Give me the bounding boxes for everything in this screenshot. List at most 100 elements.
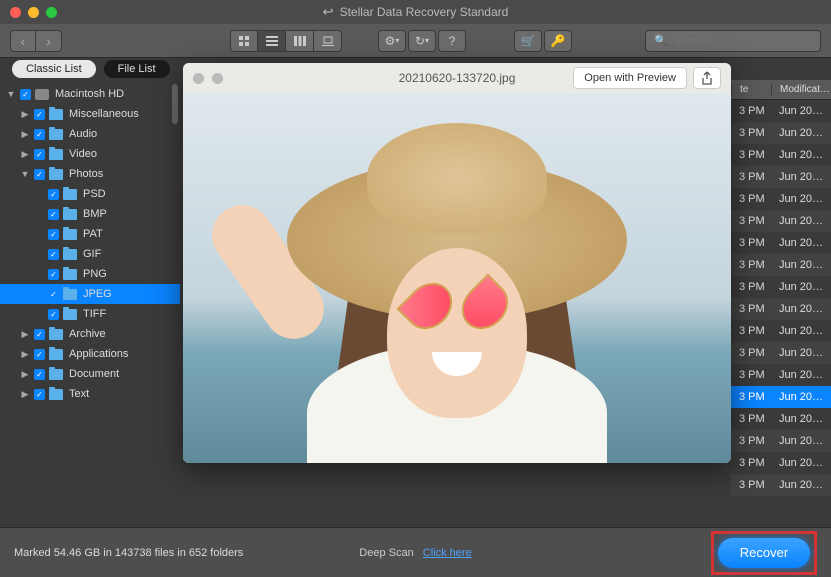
key-button[interactable]: 🔑: [544, 30, 572, 52]
disclosure-icon[interactable]: ▼: [20, 169, 30, 179]
table-row[interactable]: 3 PMJun 20…: [731, 122, 831, 144]
tree-label: PSD: [83, 188, 106, 200]
table-row[interactable]: 3 PMJun 20…: [731, 386, 831, 408]
tree-item-applications[interactable]: ▶✓Applications: [0, 344, 180, 364]
status-bar: Marked 54.46 GB in 143738 files in 652 f…: [0, 527, 831, 577]
view-cover-button[interactable]: [314, 30, 342, 52]
tab-file-list[interactable]: File List: [104, 60, 170, 78]
tree-item-tiff[interactable]: ✓TIFF: [0, 304, 180, 324]
checkbox[interactable]: ✓: [34, 389, 45, 400]
search-box[interactable]: 🔍: [645, 30, 821, 52]
open-with-preview-button[interactable]: Open with Preview: [573, 67, 687, 89]
table-row[interactable]: 3 PMJun 20…: [731, 430, 831, 452]
table-row[interactable]: 3 PMJun 20…: [731, 188, 831, 210]
nav-forward-button[interactable]: ›: [36, 30, 62, 52]
zoom-window-button[interactable]: [46, 7, 57, 18]
checkbox[interactable]: ✓: [48, 269, 59, 280]
tree-item-archive[interactable]: ▶✓Archive: [0, 324, 180, 344]
undo-icon[interactable]: ↩: [323, 4, 334, 20]
folder-icon: [63, 269, 77, 280]
view-list-button[interactable]: [258, 30, 286, 52]
checkbox[interactable]: ✓: [34, 329, 45, 340]
disclosure-icon[interactable]: ▶: [20, 329, 30, 340]
checkbox[interactable]: ✓: [48, 289, 59, 300]
gear-icon: ⚙: [385, 34, 396, 48]
tree-item-photos[interactable]: ▼✓Photos: [0, 164, 180, 184]
minimize-window-button[interactable]: [28, 7, 39, 18]
checkbox[interactable]: ✓: [34, 149, 45, 160]
nav-back-button[interactable]: ‹: [10, 30, 36, 52]
disclosure-icon[interactable]: ▼: [6, 89, 16, 99]
disclosure-icon[interactable]: ▶: [20, 349, 30, 360]
view-column-button[interactable]: [286, 30, 314, 52]
checkbox[interactable]: ✓: [34, 129, 45, 140]
disclosure-icon[interactable]: ▶: [20, 109, 30, 120]
preview-minimize-button[interactable]: [212, 73, 223, 84]
search-input[interactable]: [674, 35, 816, 47]
col-header-date[interactable]: te: [731, 84, 771, 95]
table-row[interactable]: 3 PMJun 20…: [731, 232, 831, 254]
tree-item-bmp[interactable]: ✓BMP: [0, 204, 180, 224]
checkbox[interactable]: ✓: [20, 89, 31, 100]
close-window-button[interactable]: [10, 7, 21, 18]
table-row[interactable]: 3 PMJun 20…: [731, 254, 831, 276]
checkbox[interactable]: ✓: [48, 189, 59, 200]
cell-modified: Jun 20…: [771, 281, 831, 293]
tree-item-document[interactable]: ▶ ✓ Document: [0, 364, 180, 384]
checkbox[interactable]: ✓: [34, 369, 45, 380]
col-header-modified[interactable]: Modificat…: [771, 84, 831, 95]
tree-root[interactable]: ▼✓Macintosh HD: [0, 84, 180, 104]
table-row[interactable]: 3 PMJun 20…: [731, 298, 831, 320]
cell-modified: Jun 20…: [771, 413, 831, 425]
folder-icon: [63, 229, 77, 240]
checkbox[interactable]: ✓: [34, 109, 45, 120]
sidebar-scrollbar[interactable]: [172, 84, 178, 124]
disclosure-icon[interactable]: ▶: [20, 389, 30, 400]
tree-item-psd[interactable]: ✓ PSD: [0, 184, 180, 204]
tree-item-png[interactable]: ✓PNG: [0, 264, 180, 284]
column-headers: te Modificat…: [731, 80, 831, 100]
tree-item-pat[interactable]: ✓PAT: [0, 224, 180, 244]
help-button[interactable]: ?: [438, 30, 466, 52]
sidebar-tree[interactable]: ▼✓Macintosh HD ▶✓Miscellaneous ▶✓Audio ▶…: [0, 80, 180, 527]
tree-label: Audio: [69, 128, 97, 140]
table-row[interactable]: 3 PMJun 20…: [731, 166, 831, 188]
table-row[interactable]: 3 PMJun 20…: [731, 276, 831, 298]
tree-item-video[interactable]: ▶✓Video: [0, 144, 180, 164]
checkbox[interactable]: ✓: [48, 229, 59, 240]
table-row[interactable]: 3 PMJun 20…: [731, 474, 831, 496]
table-row[interactable]: 3 PMJun 20…: [731, 320, 831, 342]
folder-icon: [63, 289, 77, 300]
checkbox[interactable]: ✓: [34, 169, 45, 180]
table-row[interactable]: 3 PMJun 20…: [731, 210, 831, 232]
checkbox[interactable]: ✓: [48, 209, 59, 220]
preview-close-button[interactable]: [193, 73, 204, 84]
recover-button[interactable]: Recover: [718, 538, 810, 568]
recover-highlight: Recover: [711, 531, 817, 575]
cart-button[interactable]: 🛒: [514, 30, 542, 52]
table-row[interactable]: 3 PMJun 20…: [731, 452, 831, 474]
disclosure-icon[interactable]: ▶: [20, 129, 30, 140]
view-icon-button[interactable]: [230, 30, 258, 52]
history-button[interactable]: ↻▾: [408, 30, 436, 52]
share-button[interactable]: [693, 67, 721, 89]
table-row[interactable]: 3 PMJun 20…: [731, 144, 831, 166]
checkbox[interactable]: ✓: [48, 249, 59, 260]
tree-label: Document: [69, 368, 119, 380]
tree-item-misc[interactable]: ▶✓Miscellaneous: [0, 104, 180, 124]
table-row[interactable]: 3 PMJun 20…: [731, 100, 831, 122]
disclosure-icon[interactable]: ▶: [20, 149, 30, 160]
checkbox[interactable]: ✓: [34, 349, 45, 360]
tree-item-jpeg[interactable]: ✓JPEG: [0, 284, 180, 304]
table-row[interactable]: 3 PMJun 20…: [731, 342, 831, 364]
checkbox[interactable]: ✓: [48, 309, 59, 320]
tree-item-gif[interactable]: ✓GIF: [0, 244, 180, 264]
table-row[interactable]: 3 PMJun 20…: [731, 364, 831, 386]
tab-classic-list[interactable]: Classic List: [12, 60, 96, 78]
disclosure-icon[interactable]: ▶: [20, 369, 30, 380]
settings-button[interactable]: ⚙▾: [378, 30, 406, 52]
deep-scan-link[interactable]: Click here: [423, 547, 472, 559]
table-row[interactable]: 3 PMJun 20…: [731, 408, 831, 430]
tree-item-audio[interactable]: ▶ ✓ Audio: [0, 124, 180, 144]
tree-item-text[interactable]: ▶✓Text: [0, 384, 180, 404]
